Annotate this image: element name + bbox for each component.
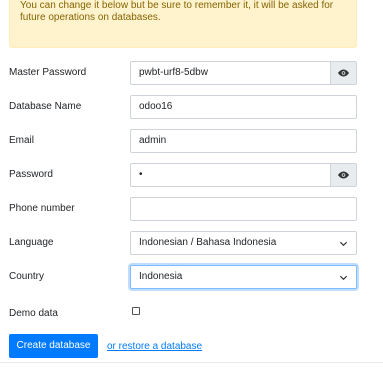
- demo-data-checkbox[interactable]: [132, 307, 140, 315]
- chevron-down-icon: [339, 275, 348, 281]
- language-label: Language: [9, 237, 54, 248]
- password-input[interactable]: •: [130, 163, 331, 187]
- master-password-input[interactable]: pwbt-urf8-5dbw: [130, 61, 331, 85]
- show-master-password-button[interactable]: [331, 61, 357, 85]
- country-select[interactable]: Indonesia: [130, 265, 357, 289]
- password-label: Password: [9, 169, 53, 180]
- country-label: Country: [9, 271, 45, 282]
- show-password-button[interactable]: [331, 163, 357, 187]
- chevron-down-icon: [339, 241, 348, 247]
- language-row: Language Indonesian / Bahasa Indonesia: [0, 231, 383, 255]
- eye-icon: [338, 69, 349, 77]
- phone-number-label: Phone number: [9, 203, 75, 214]
- database-name-label: Database Name: [9, 101, 82, 112]
- phone-number-row: Phone number: [0, 197, 383, 221]
- master-password-row: Master Password pwbt-urf8-5dbw: [0, 61, 383, 85]
- demo-data-row: Demo data: [0, 302, 383, 326]
- language-select[interactable]: Indonesian / Bahasa Indonesia: [130, 231, 357, 255]
- eye-icon: [338, 171, 349, 179]
- divider: [0, 362, 383, 363]
- email-row: Email admin: [0, 129, 383, 153]
- notice-line-2: future operations on databases.: [20, 12, 161, 23]
- country-selected-value: Indonesia: [139, 271, 183, 282]
- create-database-button[interactable]: Create database: [9, 334, 98, 358]
- database-name-input[interactable]: odoo16: [130, 95, 357, 119]
- password-row: Password •: [0, 163, 383, 187]
- master-password-label: Master Password: [9, 67, 87, 78]
- email-label: Email: [9, 135, 35, 146]
- warning-notice: You can change it below but be sure to r…: [9, 0, 357, 48]
- phone-number-input[interactable]: [130, 197, 357, 221]
- language-selected-value: Indonesian / Bahasa Indonesia: [139, 237, 277, 248]
- email-input[interactable]: admin: [130, 129, 357, 153]
- restore-database-link[interactable]: or restore a database: [107, 341, 202, 352]
- database-name-row: Database Name odoo16: [0, 95, 383, 119]
- demo-data-label: Demo data: [9, 308, 58, 319]
- country-row: Country Indonesia: [0, 265, 383, 289]
